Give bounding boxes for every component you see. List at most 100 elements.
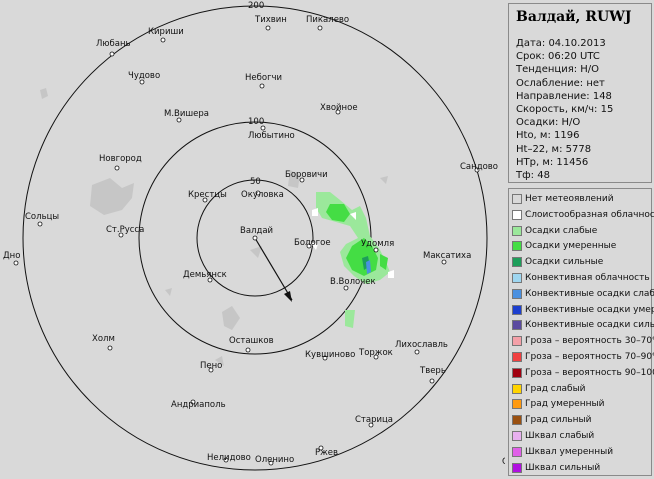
side-panel: Валдай, RUWJ Дата: 04.10.2013 Срок: 06:2…	[505, 0, 654, 479]
city-dot	[107, 345, 113, 351]
city-marker: Тихвин	[254, 15, 287, 31]
legend-item: Конвективная облачность	[512, 272, 650, 284]
legend-label: Град слабый	[525, 383, 586, 394]
city-label: Андриаполь	[171, 400, 226, 410]
city-label: Пикалево	[306, 15, 349, 25]
legend-label: Конвективные осадки сильные	[525, 320, 654, 331]
legend-label: Слоистообразная облачность	[525, 209, 654, 220]
city-marker: Крестцы	[188, 190, 227, 203]
info-trend: Тенденция: Н/О	[516, 64, 600, 76]
station-title: Валдай, RUWJ	[516, 9, 632, 25]
city-marker: Ржев	[315, 445, 338, 458]
legend-label: Конвективная облачность	[525, 273, 650, 283]
legend-item: Шквал сильный	[512, 462, 600, 474]
city-marker: Нелидово	[207, 453, 251, 463]
city-marker: Любань	[96, 39, 131, 57]
legend-label: Шквал сильный	[525, 462, 601, 473]
legend-swatch	[512, 257, 522, 268]
legend-label: Шквал слабый	[525, 431, 595, 441]
city-dot	[260, 125, 266, 131]
legend-label: Осадки слабые	[525, 225, 598, 236]
city-label: Ст.Русса	[106, 225, 144, 235]
legend-swatch	[512, 225, 522, 236]
city-dot	[109, 51, 115, 57]
city-label: Кириши	[148, 27, 184, 37]
legend-swatch	[512, 415, 522, 426]
city-dot	[265, 25, 271, 31]
city-marker: Бологое	[294, 238, 331, 249]
city-markers: Тихвин Пикалево Любань Кириши Чудово Небогчи М…	[3, 15, 505, 467]
city-marker: Холм	[92, 334, 115, 351]
city-label: Валдай	[240, 226, 273, 236]
legend-swatch	[512, 431, 522, 441]
info-hto: Hto, м: 1196	[516, 130, 580, 142]
city-label: Ржев	[315, 448, 338, 458]
city-dot	[160, 37, 166, 43]
city-marker: Кириши	[148, 27, 184, 43]
legend-item: Гроза – вероятность 90–100%	[512, 367, 654, 379]
legend-label: Нет метеоявлений	[525, 194, 614, 204]
city-marker: Дно	[3, 251, 20, 266]
legend-item: Слоистообразная облачность	[512, 209, 654, 221]
ring-labels: 200 100 50	[248, 1, 264, 187]
city-label: Холм	[92, 334, 115, 344]
city-marker: Демьянск	[183, 270, 227, 283]
city-marker: Андриаполь	[171, 399, 226, 410]
legend-swatch	[512, 273, 522, 283]
city-marker: Лихославль	[395, 340, 448, 355]
legend-swatch	[512, 383, 522, 394]
city-label: М.Вишера	[164, 109, 209, 119]
city-label: Демьянск	[183, 270, 227, 280]
city-label: Сандово	[460, 162, 498, 172]
legend-item: Осадки сильные	[512, 256, 603, 268]
city-marker: Новгород	[99, 154, 142, 171]
city-label: Крестцы	[188, 190, 227, 200]
city-marker: Осташков	[229, 336, 274, 353]
city-label: В.Волочек	[330, 277, 376, 287]
city-marker: Любытино	[248, 125, 295, 141]
info-attenuation: Ослабление: нет	[516, 77, 605, 89]
info-speed: Скорость, км/ч: 15	[516, 104, 614, 116]
legend-label: Конвективные осадки умерен.	[525, 304, 654, 315]
legend-item: Шквал слабый	[512, 430, 594, 442]
city-label: Пено	[200, 361, 222, 371]
legend-item: Конвективные осадки умерен.	[512, 304, 654, 316]
city-marker: Оленино	[255, 455, 294, 466]
city-dot	[37, 221, 43, 227]
city-marker: Сандово	[460, 162, 498, 173]
city-label: Чудово	[128, 71, 160, 81]
precipitation-echoes	[310, 192, 394, 328]
legend-swatch	[512, 336, 522, 347]
city-label: Тверь	[419, 366, 446, 376]
info-precip: Осадки: Н/О	[516, 117, 581, 129]
terrain-patch	[90, 178, 134, 215]
city-dot	[317, 25, 323, 31]
terrain-patch	[222, 306, 240, 330]
legend-label: Гроза – вероятность 70–90%	[525, 352, 654, 362]
echo-stratiform	[312, 208, 318, 216]
station-info-box: Валдай, RUWJ Дата: 04.10.2013 Срок: 06:2…	[508, 3, 652, 183]
legend-swatch	[512, 241, 522, 252]
city-marker: Валдай	[240, 226, 273, 241]
city-label: Удомля	[361, 239, 394, 249]
ring-label-100: 100	[248, 117, 264, 127]
legend-item: Осадки умеренные	[512, 240, 616, 252]
city-marker: В.Волочек	[330, 277, 376, 291]
city-dot	[245, 347, 251, 353]
radar-map[interactable]: 200 100 50 Тихвин Пикалево Любань Кириши Чуд…	[0, 0, 505, 479]
city-marker: Тверь	[419, 366, 446, 384]
legend-item: Град сильный	[512, 414, 592, 426]
city-dot	[414, 349, 420, 355]
city-dot	[252, 235, 258, 241]
motion-arrow-line	[254, 237, 293, 301]
legend-swatch	[512, 367, 522, 378]
city-label: Оленино	[255, 455, 294, 465]
city-label: Лихославль	[395, 340, 448, 350]
city-label: Сольцы	[25, 212, 59, 222]
city-marker: Торжок	[358, 348, 393, 360]
city-label: Максатиха	[423, 251, 471, 261]
city-marker: Окуловка	[241, 190, 284, 200]
ring-label-50: 50	[250, 177, 261, 187]
city-label: Любань	[96, 39, 131, 49]
legend-item: Осадки слабые	[512, 225, 597, 237]
